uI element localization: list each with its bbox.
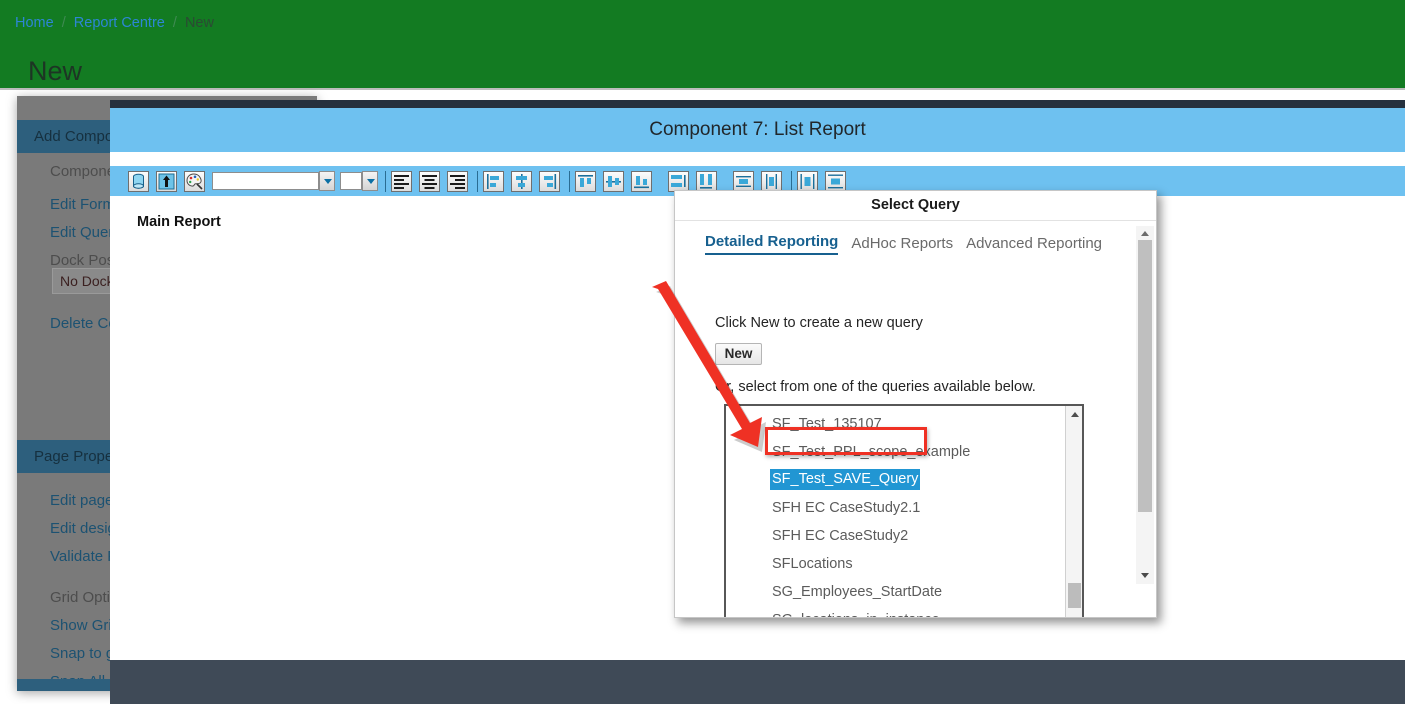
toolbar-separator [791, 170, 792, 192]
scroll-up-icon[interactable] [1071, 412, 1079, 417]
font-name-combo[interactable] [212, 172, 319, 190]
page-footer [110, 660, 1405, 704]
select-query-dialog-header: Select Query [675, 191, 1156, 221]
tab-advanced-reporting[interactable]: Advanced Reporting [966, 235, 1102, 255]
list-item[interactable]: SFH EC CaseStudy2.1 [772, 499, 920, 517]
palette-icon[interactable] [184, 170, 205, 192]
tab-detailed-reporting[interactable]: Detailed Reporting [705, 233, 839, 255]
main-report-label: Main Report [137, 214, 221, 230]
font-size-dropdown-arrow[interactable] [362, 171, 378, 191]
list-item[interactable]: SF_Test_PPL_scope_example [772, 443, 970, 461]
database-icon[interactable] [128, 170, 149, 192]
scrollbar-thumb[interactable] [1138, 240, 1152, 512]
scroll-up-icon[interactable] [1141, 231, 1149, 236]
align-objects-top-icon[interactable] [575, 170, 596, 192]
breadcrumb-separator: / [61, 15, 66, 31]
select-query-dialog-title: Select Query [871, 197, 960, 213]
list-item[interactable]: SFLocations [772, 555, 853, 573]
list-item[interactable]: SFH EC CaseStudy2 [772, 527, 908, 545]
select-query-tabs: Detailed Reporting AdHoc Reports Advance… [705, 233, 1102, 255]
make-same-width-icon[interactable] [696, 170, 717, 192]
scrollbar-thumb[interactable] [1068, 583, 1081, 608]
breadcrumb-item-report-centre[interactable]: Report Centre [74, 15, 165, 31]
toolbar-separator [477, 170, 478, 192]
toolbar-separator [569, 170, 570, 192]
space-vertically-icon[interactable] [761, 170, 782, 192]
align-objects-center-icon[interactable] [511, 170, 532, 192]
scroll-down-icon[interactable] [1141, 573, 1149, 578]
font-name-dropdown-arrow[interactable] [319, 171, 335, 191]
breadcrumb: Home / Report Centre / New [15, 14, 214, 32]
align-objects-right-icon[interactable] [539, 170, 560, 192]
list-item-selected[interactable]: SF_Test_SAVE_Query [770, 469, 921, 490]
query-list-scrollbar[interactable] [1065, 406, 1082, 617]
sidebar-item-edit-page[interactable]: Edit page [50, 491, 113, 511]
center-horizontally-icon[interactable] [825, 170, 846, 192]
insert-field-icon[interactable] [156, 170, 177, 192]
query-listbox: SF_Test_135107 SF_Test_PPL_scope_example… [724, 404, 1084, 617]
new-query-button[interactable]: New [715, 343, 762, 365]
dialog-scrollbar[interactable] [1136, 226, 1154, 584]
list-item[interactable]: SG_Employees_StartDate [772, 583, 942, 601]
align-right-icon[interactable] [447, 170, 468, 192]
component-window-title: Component 7: List Report [649, 119, 866, 140]
page-header: Home / Report Centre / New New [0, 0, 1405, 90]
font-size-combo[interactable] [340, 172, 362, 190]
breadcrumb-separator: / [172, 15, 177, 31]
center-vertically-icon[interactable] [797, 170, 818, 192]
make-same-height-icon[interactable] [668, 170, 689, 192]
page-root: Home / Report Centre / New New Add Compo… [0, 0, 1405, 704]
align-left-icon[interactable] [391, 170, 412, 192]
tab-adhoc-reports[interactable]: AdHoc Reports [851, 235, 953, 255]
align-center-icon[interactable] [419, 170, 440, 192]
space-horizontally-icon[interactable] [733, 170, 754, 192]
align-objects-left-icon[interactable] [483, 170, 504, 192]
component-window-titlebar: Component 7: List Report [110, 108, 1405, 152]
component-window-top-strip [110, 100, 1405, 108]
select-query-dialog-body: Detailed Reporting AdHoc Reports Advance… [675, 222, 1156, 617]
query-list: SF_Test_135107 SF_Test_PPL_scope_example… [726, 406, 1066, 617]
list-item[interactable]: SF_Test_135107 [772, 415, 882, 433]
select-query-hint: Or, select from one of the queries avail… [715, 379, 1036, 395]
breadcrumb-item-home[interactable]: Home [15, 15, 54, 31]
list-item[interactable]: SG_locations_in_instance [772, 611, 940, 617]
new-query-hint: Click New to create a new query [715, 315, 923, 331]
breadcrumb-item-new: New [184, 15, 214, 31]
header-divider [0, 88, 1405, 90]
align-objects-middle-icon[interactable] [603, 170, 624, 192]
select-query-dialog: Select Query Detailed Reporting AdHoc Re… [674, 190, 1157, 618]
align-objects-bottom-icon[interactable] [631, 170, 652, 192]
toolbar-separator [385, 170, 386, 192]
page-title: New [28, 56, 83, 86]
